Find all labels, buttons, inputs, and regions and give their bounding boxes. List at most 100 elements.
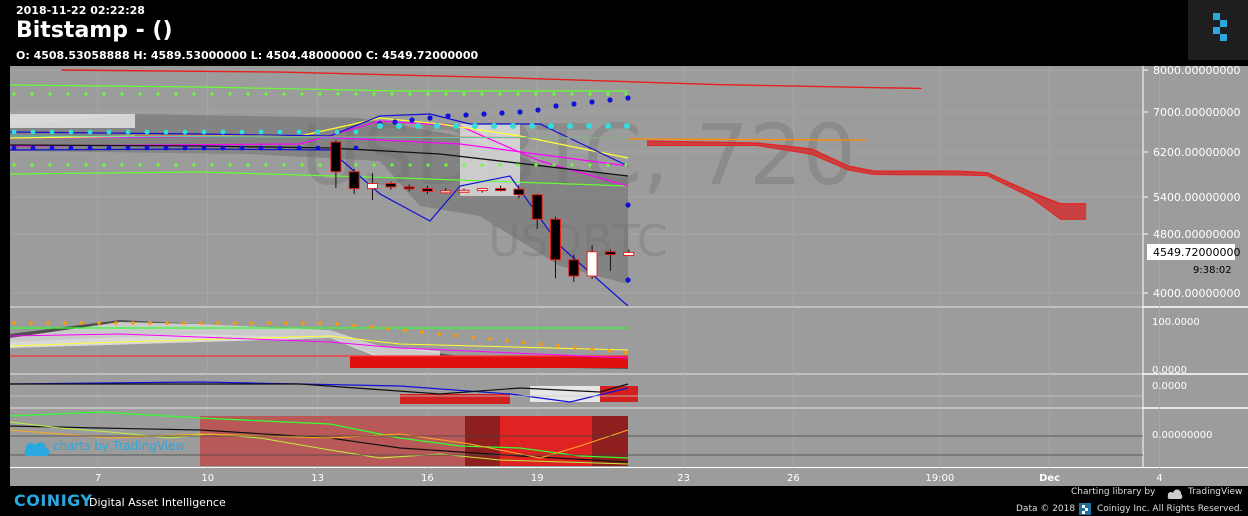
sar-dot bbox=[315, 129, 321, 135]
envelope-dot bbox=[228, 163, 232, 167]
envelope-dot bbox=[516, 163, 520, 167]
sar-dot bbox=[125, 129, 131, 135]
oscillator-dot bbox=[148, 321, 152, 325]
countdown-label: 9:38:02 bbox=[1193, 265, 1232, 276]
sar-dot bbox=[296, 129, 302, 135]
sar-dot bbox=[353, 145, 359, 151]
envelope-dot bbox=[498, 163, 502, 167]
envelope-dot bbox=[192, 163, 196, 167]
sar-dot bbox=[396, 123, 402, 129]
oscillator-dot bbox=[29, 321, 33, 325]
sar-dot bbox=[625, 277, 631, 283]
sar-dot bbox=[163, 145, 169, 151]
oscillator-dot bbox=[12, 321, 16, 325]
sar-dot bbox=[571, 101, 577, 107]
oscillator-dot bbox=[267, 321, 271, 325]
candle-body bbox=[348, 171, 360, 190]
sar-dot bbox=[315, 145, 321, 151]
sar-dot bbox=[409, 117, 415, 123]
envelope-dot bbox=[570, 92, 574, 96]
coinigy-small-icon bbox=[1079, 503, 1091, 515]
oscillator-dot bbox=[437, 332, 441, 336]
sar-dot bbox=[553, 103, 559, 109]
sar-dot bbox=[499, 110, 505, 116]
envelope-dot bbox=[552, 163, 556, 167]
candle-body bbox=[531, 194, 543, 220]
time-tick-label: 19 bbox=[531, 473, 544, 484]
candle-body bbox=[586, 251, 598, 277]
envelope-dot bbox=[282, 163, 286, 167]
oscillator-dot bbox=[539, 342, 543, 346]
oscillator-dot bbox=[216, 321, 220, 325]
sar-dot bbox=[68, 129, 74, 135]
badge-text: charts by TradingView bbox=[53, 439, 185, 453]
envelope-dot bbox=[174, 92, 178, 96]
sar-dot bbox=[68, 145, 74, 151]
oscillator-dot bbox=[556, 344, 560, 348]
sar-dot bbox=[258, 129, 264, 135]
envelope-dot bbox=[12, 92, 16, 96]
sar-dot bbox=[144, 129, 150, 135]
envelope-dot bbox=[498, 92, 502, 96]
envelope-dot bbox=[120, 163, 124, 167]
price-chart[interactable]: USDBTC, 720 USDBTC 100.0000 0.0000 bbox=[0, 66, 1248, 486]
envelope-dot bbox=[246, 92, 250, 96]
sar-dot bbox=[415, 123, 421, 129]
envelope-dot bbox=[300, 163, 304, 167]
envelope-dot bbox=[156, 163, 160, 167]
envelope-dot bbox=[372, 163, 376, 167]
envelope-dot bbox=[462, 92, 466, 96]
envelope-dot bbox=[588, 163, 592, 167]
envelope-dot bbox=[156, 92, 160, 96]
sar-dot bbox=[30, 129, 36, 135]
sar-dot bbox=[589, 99, 595, 105]
envelope-dot bbox=[138, 163, 142, 167]
sar-dot bbox=[239, 129, 245, 135]
envelope-dot bbox=[102, 92, 106, 96]
oscillator-dot bbox=[471, 335, 475, 340]
oscillator-dot bbox=[590, 347, 594, 352]
tradingview-cloud-icon bbox=[1167, 489, 1183, 499]
envelope-dot bbox=[102, 163, 106, 167]
envelope-dot bbox=[408, 92, 412, 96]
sar-dot bbox=[125, 145, 131, 151]
sar-dot bbox=[529, 123, 535, 129]
envelope-dot bbox=[426, 92, 430, 96]
time-tick-label: 16 bbox=[421, 473, 434, 484]
sar-dot bbox=[453, 123, 459, 129]
candle-body bbox=[403, 186, 415, 190]
oscillator-dot bbox=[607, 349, 611, 353]
oscillator-dot bbox=[318, 321, 322, 325]
envelope-dot bbox=[66, 92, 70, 96]
coinigy-brand[interactable]: COINIGY bbox=[14, 491, 93, 510]
price-tick-label: 4000.00000000 bbox=[1153, 287, 1240, 300]
oscillator-dot bbox=[624, 350, 628, 355]
candle-body bbox=[550, 218, 561, 261]
oscillator-dot bbox=[352, 323, 356, 328]
envelope-dot bbox=[570, 163, 574, 167]
envelope-dot bbox=[30, 92, 34, 96]
oscillator-dot bbox=[488, 337, 492, 341]
envelope-dot bbox=[534, 92, 538, 96]
envelope-dot bbox=[390, 92, 394, 96]
sar-dot bbox=[106, 145, 112, 151]
envelope-dot bbox=[426, 163, 430, 167]
envelope-dot bbox=[228, 92, 232, 96]
coinigy-logo[interactable] bbox=[1188, 0, 1248, 60]
time-tick-label: 7 bbox=[95, 473, 101, 484]
envelope-dot bbox=[174, 163, 178, 167]
tradingview-link[interactable]: TradingView bbox=[1188, 487, 1242, 497]
sar-dot bbox=[491, 123, 497, 129]
oscillator-dot bbox=[63, 321, 67, 325]
envelope-dot bbox=[606, 163, 610, 167]
sar-dot bbox=[377, 123, 383, 129]
candle-body bbox=[458, 189, 470, 193]
sar-dot bbox=[334, 129, 340, 135]
candle-body bbox=[513, 188, 525, 196]
envelope-dot bbox=[318, 92, 322, 96]
oscillator-dot bbox=[505, 338, 509, 343]
sar-dot bbox=[87, 145, 93, 151]
envelope-dot bbox=[606, 92, 610, 96]
sar-dot bbox=[30, 145, 36, 151]
sar-dot bbox=[353, 129, 359, 135]
